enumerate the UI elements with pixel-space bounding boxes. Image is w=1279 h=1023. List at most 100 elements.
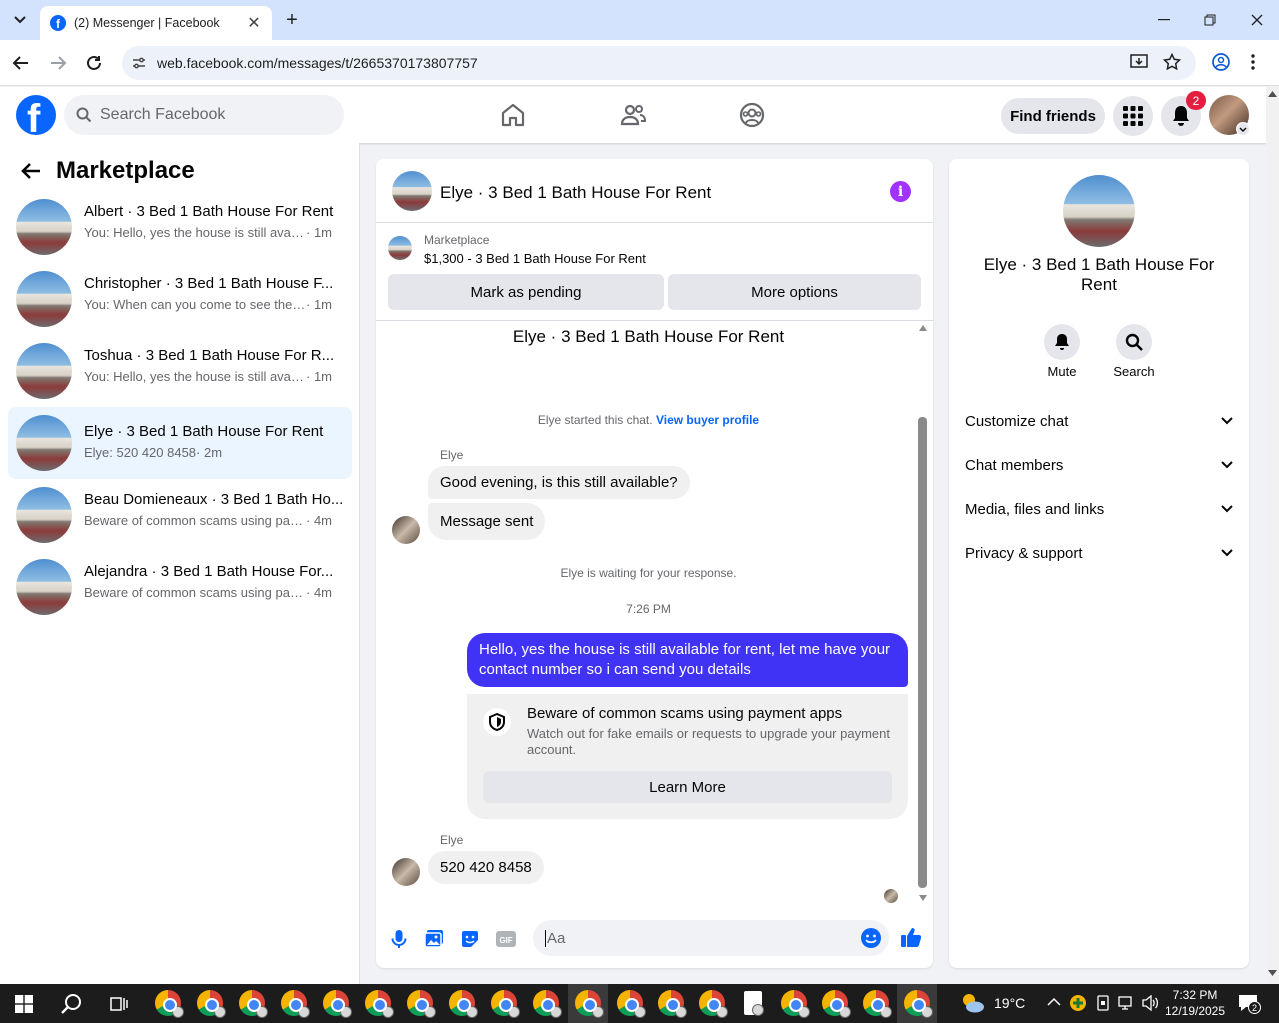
install-app-icon[interactable] bbox=[1130, 53, 1148, 71]
chrome-app-icon[interactable] bbox=[197, 990, 226, 1018]
incoming-message[interactable]: Good evening, is this still available? bbox=[428, 466, 690, 499]
conversation-item-active[interactable]: Elye · 3 Bed 1 Bath House For Rent Elye:… bbox=[8, 407, 352, 479]
document-app-icon[interactable] bbox=[744, 991, 764, 1016]
chrome-app-icon[interactable] bbox=[407, 990, 436, 1018]
back-icon[interactable] bbox=[12, 54, 30, 72]
chevron-down-icon bbox=[1221, 505, 1233, 513]
forward-icon[interactable] bbox=[49, 54, 67, 72]
account-avatar[interactable] bbox=[1209, 95, 1250, 136]
gif-icon[interactable]: GIF bbox=[495, 928, 517, 950]
emoji-icon[interactable] bbox=[860, 927, 882, 949]
tray-device-icon[interactable] bbox=[1096, 995, 1110, 1011]
facebook-search-input[interactable]: Search Facebook bbox=[64, 95, 344, 135]
listing-price[interactable]: $1,300 - 3 Bed 1 Bath House For Rent bbox=[424, 251, 646, 266]
chat-scrollbar[interactable] bbox=[918, 417, 927, 888]
page-scroll-down-icon[interactable] bbox=[1268, 970, 1277, 976]
temperature[interactable]: 19°C bbox=[994, 995, 1025, 1011]
close-window-icon[interactable] bbox=[1245, 8, 1269, 32]
chrome-app-icon[interactable] bbox=[699, 990, 728, 1018]
page-scrollbar[interactable] bbox=[1266, 87, 1279, 984]
incoming-message[interactable]: Message sent bbox=[428, 503, 546, 540]
conversation-item[interactable]: Albert · 3 Bed 1 Bath House For Rent You… bbox=[8, 195, 352, 259]
chrome-app-icon[interactable] bbox=[449, 990, 478, 1018]
chrome-app-icon[interactable] bbox=[863, 990, 892, 1018]
windows-start-icon[interactable] bbox=[15, 995, 33, 1013]
new-tab-icon[interactable]: + bbox=[280, 8, 304, 32]
chat-title[interactable]: Elye · 3 Bed 1 Bath House For Rent bbox=[440, 183, 711, 203]
browser-tab[interactable]: f (2) Messenger | Facebook ✕ bbox=[40, 6, 272, 40]
chrome-app-icon[interactable] bbox=[822, 990, 851, 1018]
scroll-down-arrow-icon[interactable] bbox=[919, 895, 927, 901]
outgoing-message[interactable]: Hello, yes the house is still available … bbox=[467, 633, 908, 687]
media-files-row[interactable]: Media, files and links bbox=[965, 497, 1233, 521]
chrome-app-icon[interactable] bbox=[491, 990, 520, 1018]
page-scroll-up-icon[interactable] bbox=[1268, 91, 1277, 97]
restore-icon[interactable] bbox=[1198, 8, 1222, 32]
chrome-app-icon[interactable] bbox=[323, 990, 352, 1018]
buyer-avatar[interactable] bbox=[392, 858, 420, 886]
customize-chat-row[interactable]: Customize chat bbox=[965, 409, 1233, 433]
find-friends-button[interactable]: Find friends bbox=[1001, 98, 1105, 134]
taskbar-search-icon[interactable] bbox=[61, 993, 83, 1015]
microphone-icon[interactable] bbox=[388, 928, 410, 950]
buyer-avatar[interactable] bbox=[392, 516, 420, 544]
bookmark-star-icon[interactable] bbox=[1163, 53, 1181, 71]
info-icon[interactable]: i bbox=[890, 181, 911, 202]
back-arrow-icon[interactable] bbox=[21, 162, 41, 180]
profile-icon[interactable] bbox=[1212, 53, 1230, 71]
chrome-app-icon[interactable] bbox=[781, 990, 810, 1018]
weather-icon[interactable] bbox=[960, 992, 986, 1014]
taskbar-clock[interactable]: 7:32 PM 12/19/2025 bbox=[1162, 987, 1228, 1019]
chrome-app-icon[interactable] bbox=[533, 990, 562, 1018]
groups-icon[interactable] bbox=[738, 101, 766, 129]
chrome-app-icon[interactable] bbox=[617, 990, 646, 1018]
friends-icon[interactable] bbox=[619, 101, 647, 129]
home-icon[interactable] bbox=[499, 101, 527, 129]
more-options-button[interactable]: More options bbox=[668, 274, 921, 310]
conversation-item[interactable]: Alejandra · 3 Bed 1 Bath House For... Be… bbox=[8, 555, 352, 619]
reload-icon[interactable] bbox=[85, 54, 103, 72]
chat-info-avatar[interactable] bbox=[1063, 175, 1135, 247]
tab-search-icon[interactable] bbox=[8, 8, 32, 32]
listing-thumbnail bbox=[16, 415, 72, 471]
chrome-app-icon[interactable] bbox=[281, 990, 310, 1018]
tray-chevron-up-icon[interactable] bbox=[1047, 997, 1061, 1006]
chrome-app-icon[interactable] bbox=[904, 990, 933, 1018]
sticker-icon[interactable] bbox=[459, 928, 481, 950]
menu-grid-icon[interactable] bbox=[1113, 96, 1153, 136]
listing-thumbnail[interactable] bbox=[388, 236, 412, 260]
facebook-logo-icon[interactable]: f bbox=[16, 95, 56, 135]
menu-dots-icon[interactable] bbox=[1250, 53, 1256, 71]
incoming-message[interactable]: 520 420 8458 bbox=[428, 851, 544, 884]
tab-close-icon[interactable]: ✕ bbox=[246, 13, 262, 33]
chrome-app-icon[interactable] bbox=[365, 990, 394, 1018]
scroll-up-arrow-icon[interactable] bbox=[919, 325, 927, 331]
chrome-app-icon[interactable] bbox=[575, 990, 604, 1018]
chrome-app-icon[interactable] bbox=[658, 990, 687, 1018]
url-bar[interactable]: web.facebook.com/messages/t/266537017380… bbox=[122, 46, 1196, 80]
view-buyer-profile-link[interactable]: View buyer profile bbox=[656, 413, 759, 427]
chrome-app-icon[interactable] bbox=[239, 990, 268, 1018]
conversation-item[interactable]: Beau Domieneaux · 3 Bed 1 Bath Ho... Bew… bbox=[8, 483, 352, 547]
photo-icon[interactable] bbox=[423, 928, 445, 950]
like-thumb-icon[interactable] bbox=[900, 926, 922, 948]
search-conversation-icon[interactable] bbox=[1116, 324, 1152, 360]
conversation-item[interactable]: Toshua · 3 Bed 1 Bath House For R... You… bbox=[8, 339, 352, 403]
privacy-support-row[interactable]: Privacy & support bbox=[965, 541, 1233, 565]
conversation-time: · 1m bbox=[306, 369, 332, 384]
chat-members-row[interactable]: Chat members bbox=[965, 453, 1233, 477]
message-input[interactable]: Aa bbox=[533, 920, 889, 956]
minimize-icon[interactable] bbox=[1152, 8, 1176, 32]
chat-avatar[interactable] bbox=[392, 171, 432, 211]
mute-bell-icon[interactable] bbox=[1044, 324, 1080, 360]
site-info-icon[interactable] bbox=[132, 56, 146, 70]
task-view-icon[interactable] bbox=[110, 995, 128, 1013]
network-icon[interactable] bbox=[1118, 996, 1136, 1010]
notification-center-icon[interactable]: 2 bbox=[1238, 994, 1261, 1014]
tray-app-icon[interactable] bbox=[1070, 995, 1086, 1011]
conversation-item[interactable]: Christopher · 3 Bed 1 Bath House F... Yo… bbox=[8, 267, 352, 331]
learn-more-button[interactable]: Learn More bbox=[483, 771, 892, 803]
chrome-app-icon[interactable] bbox=[155, 990, 184, 1018]
volume-icon[interactable] bbox=[1141, 995, 1159, 1011]
mark-pending-button[interactable]: Mark as pending bbox=[388, 274, 664, 310]
